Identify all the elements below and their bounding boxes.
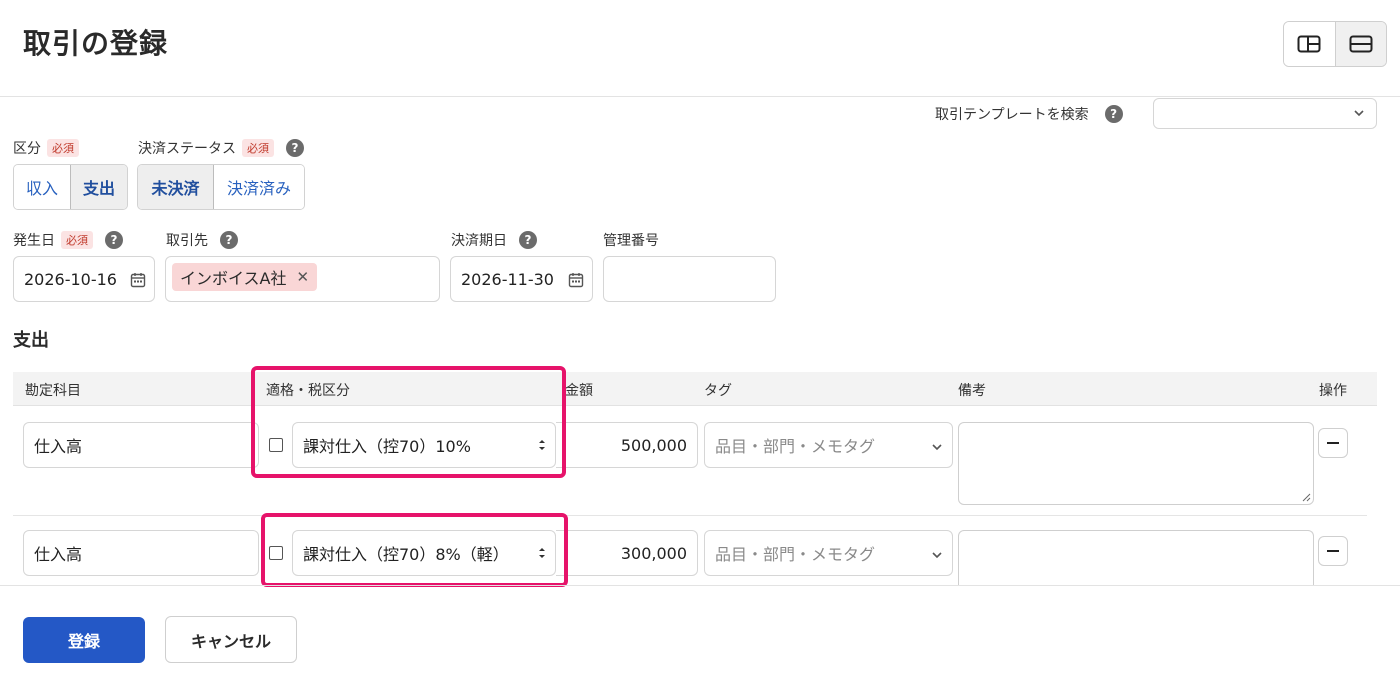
account-value: 仕入高 <box>34 437 83 456</box>
header-memo: 備考 <box>958 383 986 399</box>
remove-row-button[interactable] <box>1318 536 1348 566</box>
template-search-label-group: 取引テンプレートを検索 ? <box>935 104 1123 124</box>
help-icon[interactable]: ? <box>519 231 537 249</box>
calendar-icon[interactable] <box>568 272 584 288</box>
row-divider <box>13 515 1367 516</box>
chevron-down-icon <box>932 444 942 451</box>
tag-select[interactable]: 品目・部門・メモタグ <box>704 530 953 576</box>
kanri-bangou-input[interactable] <box>603 256 776 302</box>
highlight-box <box>261 513 568 587</box>
amount-value: 500,000 <box>620 435 687 455</box>
status-label-group: 決済ステータス 必須 ? <box>138 138 304 158</box>
torihikisaki-label: 取引先 <box>166 233 208 249</box>
minus-icon <box>1327 550 1339 552</box>
required-badge: 必須 <box>242 139 274 157</box>
highlight-box <box>251 366 566 478</box>
tag-placeholder: 品目・部門・メモタグ <box>715 437 876 456</box>
tag-select[interactable]: 品目・部門・メモタグ <box>704 422 953 468</box>
calendar-icon[interactable] <box>130 272 146 288</box>
torihikisaki-input[interactable]: インボイスA社 ✕ <box>165 256 440 302</box>
account-input[interactable]: 仕入高 <box>23 530 259 576</box>
remove-row-button[interactable] <box>1318 428 1348 458</box>
kessai-kijitsu-label-group: 決済期日 ? <box>451 230 537 250</box>
status-segmented: 未決済 決済済み <box>137 164 305 210</box>
hasseibi-label: 発生日 <box>13 233 55 249</box>
chevron-down-icon <box>1354 110 1364 117</box>
partner-chip-label: インボイスA社 <box>180 269 287 288</box>
cancel-button[interactable]: キャンセル <box>165 616 297 663</box>
account-value: 仕入高 <box>34 545 83 564</box>
header-account: 勘定科目 <box>25 383 81 399</box>
status-unsettled-button[interactable]: 未決済 <box>138 165 214 209</box>
layout-toggle <box>1283 21 1387 67</box>
resize-grip-icon[interactable] <box>1301 492 1311 502</box>
page-title: 取引の登録 <box>23 27 169 60</box>
kubun-label-group: 区分 必須 <box>13 138 79 158</box>
torihikisaki-label-group: 取引先 ? <box>166 230 238 250</box>
layout-split-icon <box>1297 35 1321 53</box>
layout-split-button[interactable] <box>1284 22 1335 66</box>
table-header: 勘定科目 適格・税区分 金額 タグ 備考 操作 <box>13 372 1377 406</box>
kessai-kijitsu-value: 2026-11-30 <box>461 269 554 289</box>
kubun-income-button[interactable]: 収入 <box>14 165 70 209</box>
help-icon[interactable]: ? <box>220 231 238 249</box>
kubun-expense-button[interactable]: 支出 <box>70 165 127 209</box>
hasseibi-date-input[interactable]: 2026-10-16 <box>13 256 155 302</box>
header-action: 操作 <box>1319 383 1347 399</box>
amount-input[interactable]: 500,000 <box>556 422 698 468</box>
required-badge: 必須 <box>47 139 79 157</box>
kessai-kijitsu-date-input[interactable]: 2026-11-30 <box>450 256 593 302</box>
header-amount: 金額 <box>565 383 593 399</box>
template-search-label: 取引テンプレートを検索 <box>935 107 1089 123</box>
chevron-down-icon <box>932 552 942 559</box>
kanri-bangou-label-group: 管理番号 <box>603 230 659 250</box>
status-label: 決済ステータス <box>138 141 236 157</box>
header-divider <box>0 96 1400 97</box>
kessai-kijitsu-label: 決済期日 <box>451 233 507 249</box>
section-title: 支出 <box>13 330 49 351</box>
layout-stacked-icon <box>1349 35 1373 53</box>
required-badge: 必須 <box>61 231 93 249</box>
template-search-select[interactable] <box>1153 98 1377 129</box>
amount-value: 300,000 <box>620 543 687 563</box>
kubun-segmented: 収入 支出 <box>13 164 128 210</box>
minus-icon <box>1327 442 1339 444</box>
hasseibi-value: 2026-10-16 <box>24 269 117 289</box>
close-icon[interactable]: ✕ <box>296 268 309 286</box>
hasseibi-label-group: 発生日 必須 ? <box>13 230 123 250</box>
layout-stacked-button[interactable] <box>1334 22 1386 66</box>
footer-divider <box>0 585 1400 586</box>
amount-input[interactable]: 300,000 <box>556 530 698 576</box>
kubun-label: 区分 <box>13 141 41 157</box>
help-icon[interactable]: ? <box>105 231 123 249</box>
partner-chip: インボイスA社 ✕ <box>172 263 318 291</box>
kanri-bangou-label: 管理番号 <box>603 233 659 249</box>
help-icon[interactable]: ? <box>1104 105 1123 123</box>
memo-textarea[interactable] <box>958 530 1314 586</box>
header-tag: タグ <box>704 383 732 399</box>
status-settled-button[interactable]: 決済済み <box>214 165 304 209</box>
account-input[interactable]: 仕入高 <box>23 422 259 468</box>
help-icon[interactable]: ? <box>286 139 304 157</box>
tag-placeholder: 品目・部門・メモタグ <box>715 545 876 564</box>
memo-textarea[interactable] <box>958 422 1314 505</box>
submit-button[interactable]: 登録 <box>23 617 145 663</box>
